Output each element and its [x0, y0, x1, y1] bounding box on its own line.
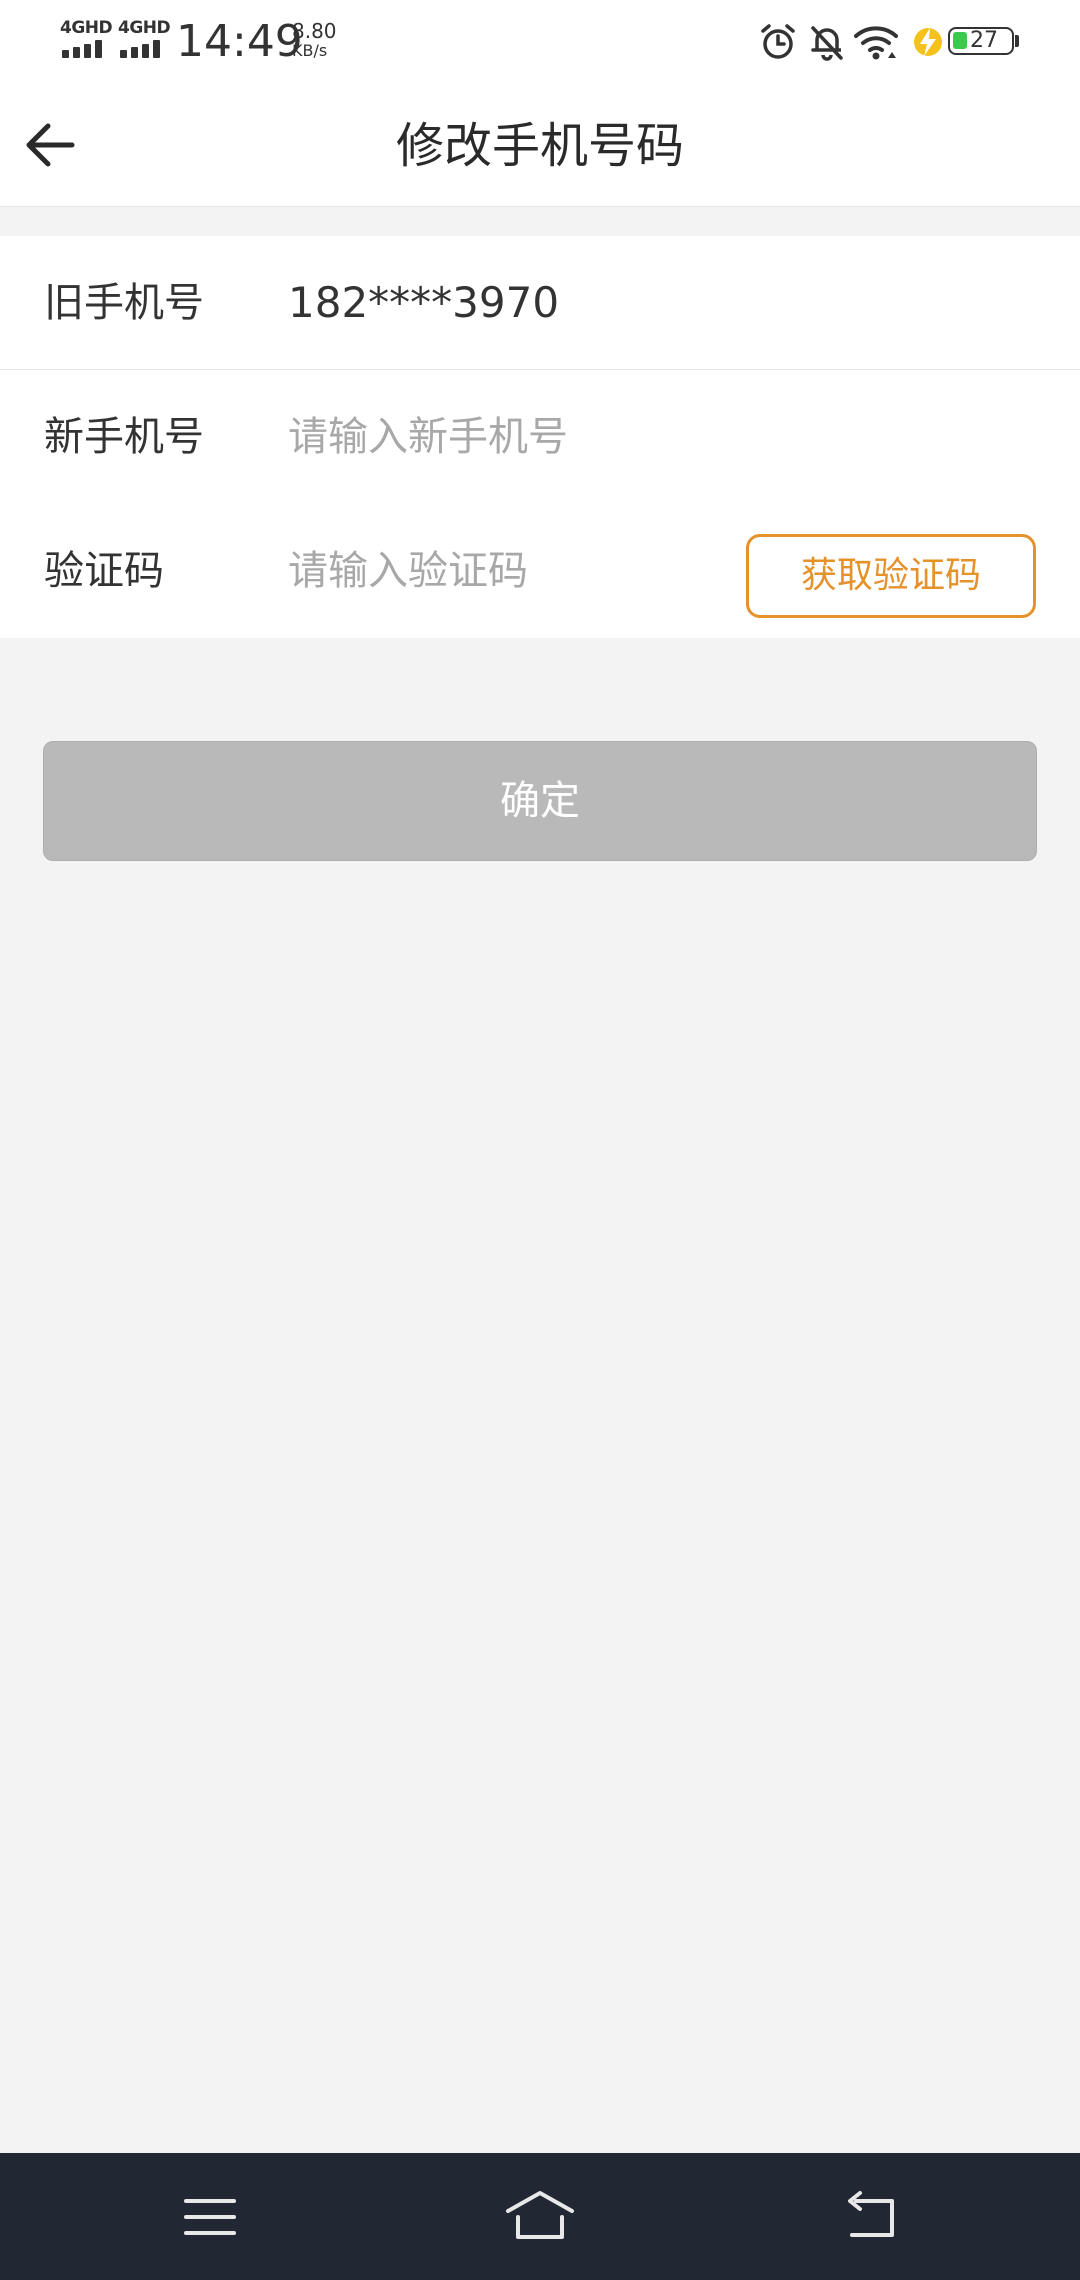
- status-bar: 4GHD 4GHD 14:49 8.80 KB/s 27: [0, 0, 1080, 86]
- app-header: 修改手机号码: [0, 86, 1080, 207]
- home-icon[interactable]: [500, 2179, 580, 2255]
- old-phone-label: 旧手机号: [44, 280, 204, 326]
- code-input[interactable]: [288, 541, 688, 601]
- battery-tip: [1015, 35, 1019, 47]
- alarm-icon: [761, 24, 795, 59]
- code-label: 验证码: [44, 548, 164, 594]
- network-speed-value: 8.80: [292, 19, 337, 43]
- sim1-signal-icon: 4GHD: [60, 18, 113, 60]
- page-title: 修改手机号码: [395, 118, 684, 174]
- network-speed-unit: KB/s: [292, 41, 328, 60]
- sim2-label: 4GHD: [118, 18, 171, 38]
- system-nav-bar: [0, 2153, 1080, 2280]
- phone-change-form: 旧手机号 182****3970 新手机号 验证码 获取验证码: [0, 236, 1080, 638]
- silent-bell-icon: [811, 26, 843, 61]
- get-code-button[interactable]: 获取验证码: [746, 534, 1036, 618]
- sim1-label: 4GHD: [60, 18, 113, 38]
- battery-icon: 27: [948, 27, 1014, 55]
- wifi-icon: [854, 26, 898, 60]
- battery-fill: [953, 32, 967, 49]
- confirm-button[interactable]: 确定: [43, 741, 1037, 861]
- old-phone-value: 182****3970: [288, 278, 560, 327]
- status-time: 14:49: [176, 16, 303, 67]
- sim2-signal-icon: 4GHD: [118, 18, 171, 60]
- menu-icon[interactable]: [170, 2179, 250, 2255]
- old-phone-row: 旧手机号 182****3970: [0, 236, 1080, 370]
- new-phone-label: 新手机号: [44, 414, 204, 460]
- network-speed: 8.80 KB/s: [292, 19, 337, 60]
- charging-icon: [914, 28, 942, 56]
- battery-level: 27: [970, 28, 998, 53]
- back-icon[interactable]: [830, 2179, 910, 2255]
- new-phone-row: 新手机号: [0, 370, 1080, 504]
- new-phone-input[interactable]: [288, 407, 708, 467]
